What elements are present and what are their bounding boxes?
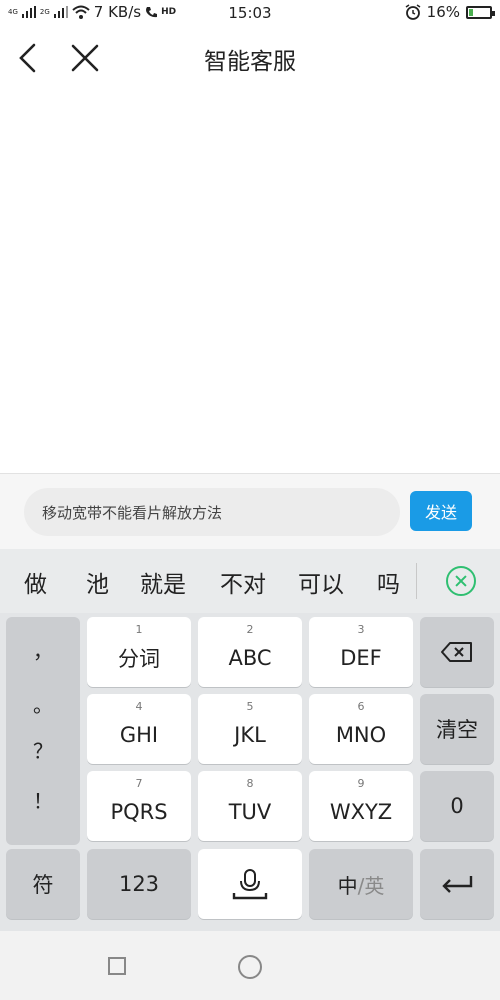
key-label: TUV	[228, 800, 272, 824]
alarm-icon	[405, 4, 421, 20]
punct-comma[interactable]: ，	[6, 635, 80, 664]
key-3[interactable]: 3 DEF	[309, 617, 413, 687]
message-input[interactable]	[24, 488, 400, 536]
candidate-divider	[416, 563, 417, 599]
key-7[interactable]: 7 PQRS	[87, 771, 191, 841]
language-switch-key[interactable]: 中/英	[309, 849, 413, 919]
punct-question[interactable]: ？	[6, 735, 80, 764]
system-nav-bar	[0, 931, 500, 1000]
status-bar: 4G 2G 7 KB/s HD 15:03 16%	[0, 0, 500, 26]
key-6[interactable]: 6 MNO	[309, 694, 413, 764]
key-number: 9	[357, 777, 365, 790]
lang-cn: 中	[337, 873, 358, 898]
symbol-label: 符	[32, 873, 54, 897]
keyboard: ， 。 ？ ！ 1 分词 2 ABC 3 DEF 4 GHI 5 JKL 6 M…	[0, 613, 500, 931]
key-9[interactable]: 9 WXYZ	[309, 771, 413, 841]
key-number: 5	[246, 700, 254, 713]
page-title: 智能客服	[204, 49, 296, 75]
enter-key[interactable]	[420, 849, 494, 919]
key-label: PQRS	[110, 800, 168, 824]
key-label: JKL	[234, 723, 266, 747]
key-number: 7	[135, 777, 143, 790]
battery-fill	[469, 8, 473, 16]
key-label: 分词	[118, 647, 160, 671]
candidate-bar: 做 池 就是 不对 可以 吗	[0, 549, 500, 613]
key-number: 1	[135, 623, 143, 636]
key-number: 6	[357, 700, 365, 713]
voice-key[interactable]	[198, 849, 302, 919]
language-switch-label: 中/英	[338, 870, 385, 899]
zero-label: 0	[450, 794, 464, 818]
candidate-item[interactable]: 池	[86, 565, 109, 599]
key-number: 8	[246, 777, 254, 790]
backspace-icon	[441, 642, 472, 662]
symbol-key[interactable]: 符	[6, 849, 80, 919]
punct-period[interactable]: 。	[6, 689, 80, 718]
key-number: 3	[357, 623, 365, 636]
key-label: WXYZ	[329, 800, 393, 824]
key-label: MNO	[335, 723, 387, 747]
key-label: GHI	[119, 723, 159, 747]
candidate-item[interactable]: 不对	[220, 565, 266, 599]
backspace-key[interactable]	[420, 617, 494, 687]
chat-area	[0, 90, 500, 472]
home-icon[interactable]	[238, 955, 262, 979]
enter-icon	[442, 876, 473, 893]
key-number: 4	[135, 700, 143, 713]
collapse-candidates-icon[interactable]	[446, 566, 476, 596]
battery-icon	[466, 5, 495, 19]
key-1[interactable]: 1 分词	[87, 617, 191, 687]
candidate-item[interactable]: 做	[24, 565, 47, 599]
recent-apps-icon[interactable]	[108, 957, 126, 975]
microphone-icon	[232, 869, 268, 900]
numeric-key[interactable]: 123	[87, 849, 191, 919]
clear-label: 清空	[436, 718, 478, 742]
punctuation-column[interactable]: ， 。 ？ ！	[6, 617, 80, 845]
numeric-label: 123	[118, 872, 160, 896]
battery-percent: 16%	[426, 3, 460, 21]
key-5[interactable]: 5 JKL	[198, 694, 302, 764]
key-2[interactable]: 2 ABC	[198, 617, 302, 687]
send-button[interactable]: 发送	[410, 491, 472, 531]
key-8[interactable]: 8 TUV	[198, 771, 302, 841]
key-number: 2	[246, 623, 254, 636]
header: 智能客服	[0, 26, 500, 90]
candidate-item[interactable]: 吗	[377, 565, 400, 599]
zero-key[interactable]: 0	[420, 771, 494, 841]
key-label: ABC	[228, 646, 272, 670]
candidate-item[interactable]: 可以	[298, 565, 344, 599]
candidate-item[interactable]: 就是	[140, 565, 186, 599]
punct-exclamation[interactable]: ！	[6, 785, 80, 814]
clear-key[interactable]: 清空	[420, 694, 494, 764]
lang-en: 英	[364, 873, 385, 898]
key-label: DEF	[340, 646, 382, 670]
key-4[interactable]: 4 GHI	[87, 694, 191, 764]
input-bar: 发送	[0, 473, 500, 550]
status-right: 16%	[405, 3, 495, 21]
